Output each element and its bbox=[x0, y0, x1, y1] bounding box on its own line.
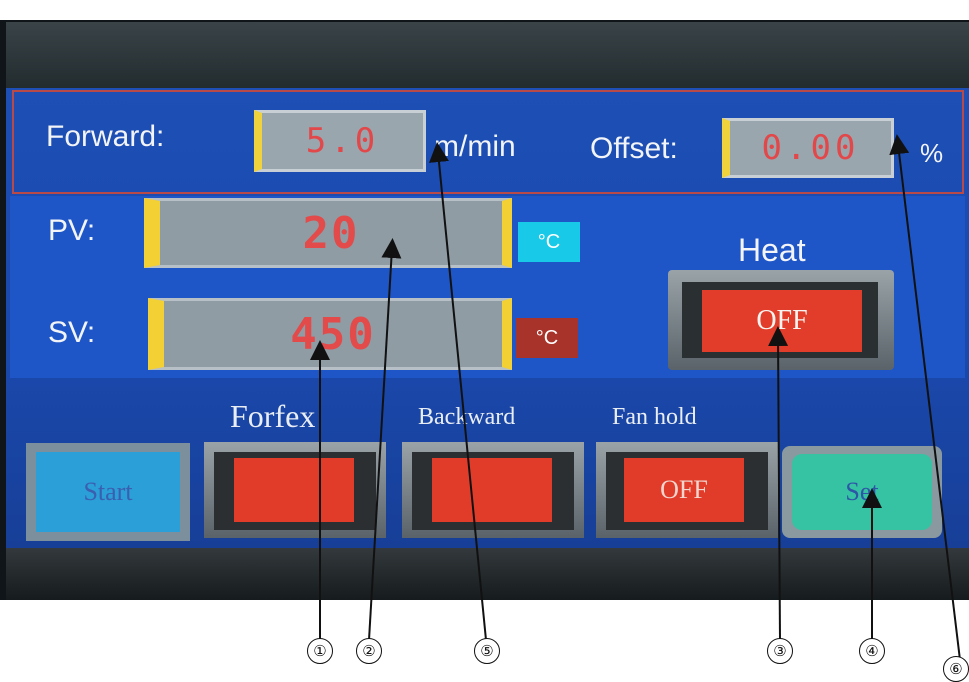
callout-line-2 bbox=[368, 238, 402, 641]
callout-1: ① bbox=[307, 638, 333, 664]
callout-4: ④ bbox=[859, 638, 885, 664]
callout-lines bbox=[310, 134, 961, 661]
callout-line-6 bbox=[889, 134, 961, 661]
callout-3: ③ bbox=[767, 638, 793, 664]
callout-6: ⑥ bbox=[943, 656, 969, 682]
callout-line-3 bbox=[768, 326, 789, 641]
callout-2: ② bbox=[356, 638, 382, 664]
callout-line-5 bbox=[429, 142, 487, 641]
callout-5: ⑤ bbox=[474, 638, 500, 664]
